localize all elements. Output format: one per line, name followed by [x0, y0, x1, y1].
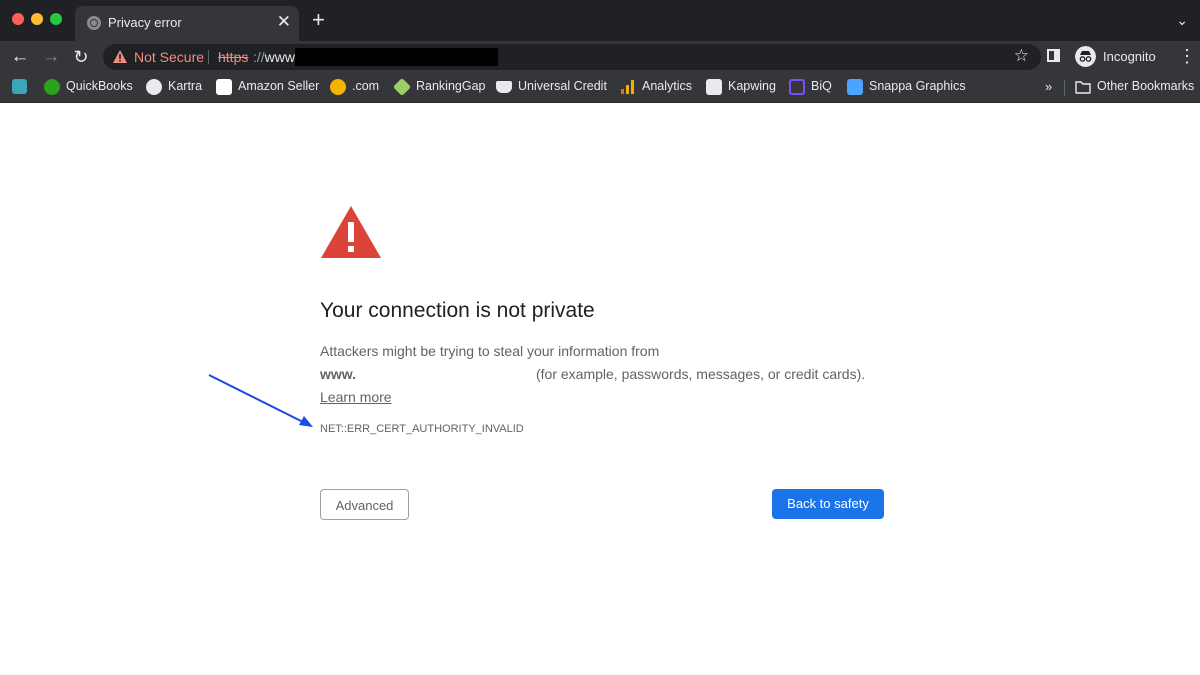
not-secure-label[interactable]: Not Secure — [134, 49, 204, 65]
bookmark-label: Kartra — [168, 79, 203, 93]
biq-icon — [789, 79, 805, 95]
star-icon[interactable]: ☆ — [1014, 47, 1029, 65]
learn-more-link[interactable]: Learn more — [320, 389, 392, 405]
folder-icon — [1075, 81, 1091, 94]
quickbooks-icon — [44, 79, 60, 95]
omnibox-divider — [208, 50, 209, 64]
kartra-icon — [146, 79, 162, 95]
url-host: www. — [264, 49, 299, 65]
close-icon[interactable]: ✕ — [277, 13, 291, 30]
tab-privacy-error[interactable]: Privacy error ✕ — [75, 6, 299, 41]
bookmarks-divider — [1064, 80, 1065, 96]
app-icon — [12, 79, 27, 94]
tab-title: Privacy error — [108, 15, 182, 30]
bookmark-label: Universal Credit — [518, 79, 607, 93]
description-line-1: Attackers might be trying to steal your … — [320, 343, 660, 359]
rankinggap-icon — [392, 77, 412, 97]
kebab-menu-icon[interactable]: ⋮ — [1178, 46, 1196, 66]
url-scheme: https — [218, 49, 249, 65]
bookmark-label: QuickBooks — [66, 79, 133, 93]
close-window-button[interactable] — [12, 13, 24, 25]
bookmark-label: Analytics — [642, 79, 693, 93]
more-bookmarks-button[interactable]: » — [1045, 79, 1052, 94]
description-line-2: (for example, passwords, messages, or cr… — [536, 366, 866, 382]
redacted-url — [295, 48, 498, 66]
back-button[interactable]: ← — [9, 46, 31, 68]
back-to-safety-button[interactable]: Back to safety — [772, 489, 884, 519]
error-code[interactable]: NET::ERR_CERT_AUTHORITY_INVALID — [320, 423, 524, 435]
incognito-icon[interactable] — [1075, 46, 1096, 67]
annotation-arrow — [208, 374, 313, 427]
minimize-window-button[interactable] — [31, 13, 43, 25]
warning-triangle-icon — [321, 206, 381, 258]
side-panel-icon[interactable] — [1047, 49, 1060, 62]
chevron-down-icon[interactable]: ⌄ — [1176, 13, 1188, 27]
url-text: ://www. — [253, 49, 298, 65]
reload-button[interactable]: ↻ — [70, 46, 92, 68]
bookmark-label: Kapwing — [728, 79, 776, 93]
globe-icon — [87, 16, 101, 30]
bookmark-label: .com — [352, 79, 380, 93]
advanced-button[interactable]: Advanced — [320, 489, 409, 520]
forward-button[interactable]: → — [40, 46, 62, 68]
bookmark-label: Other Bookmarks — [1097, 79, 1195, 93]
maximize-window-button[interactable] — [50, 13, 62, 25]
description-host: www. — [320, 366, 357, 382]
warning-icon — [113, 50, 127, 63]
bookmark-label: BiQ — [811, 79, 832, 93]
toolbar: ← → ↻ Not Secure https ://www. ☆ Incogni… — [0, 41, 1200, 72]
address-bar[interactable]: Not Secure https ://www. ☆ — [103, 44, 1041, 70]
kapwing-icon — [706, 79, 722, 95]
snappa-icon — [847, 79, 863, 95]
new-tab-button[interactable]: + — [312, 9, 325, 31]
tab-strip: Privacy error ✕ + ⌄ — [0, 0, 1200, 41]
bookmark-label: Snappa Graphics — [869, 79, 966, 93]
crown-icon — [496, 81, 512, 93]
globe-icon — [330, 79, 346, 95]
bookmarks-bar: QuickBooks Kartra Amazon Seller .com Ran… — [0, 72, 1200, 103]
amazon-icon — [216, 79, 232, 95]
incognito-label[interactable]: Incognito — [1103, 49, 1156, 64]
bookmark-label: Amazon Seller — [238, 79, 320, 93]
interstitial-page: Your connection is not private Attackers… — [0, 103, 1200, 675]
url-separator: :// — [253, 49, 265, 65]
page-title: Your connection is not private — [320, 299, 595, 322]
analytics-icon — [621, 80, 634, 94]
bookmark-label: RankingGap — [416, 79, 486, 93]
